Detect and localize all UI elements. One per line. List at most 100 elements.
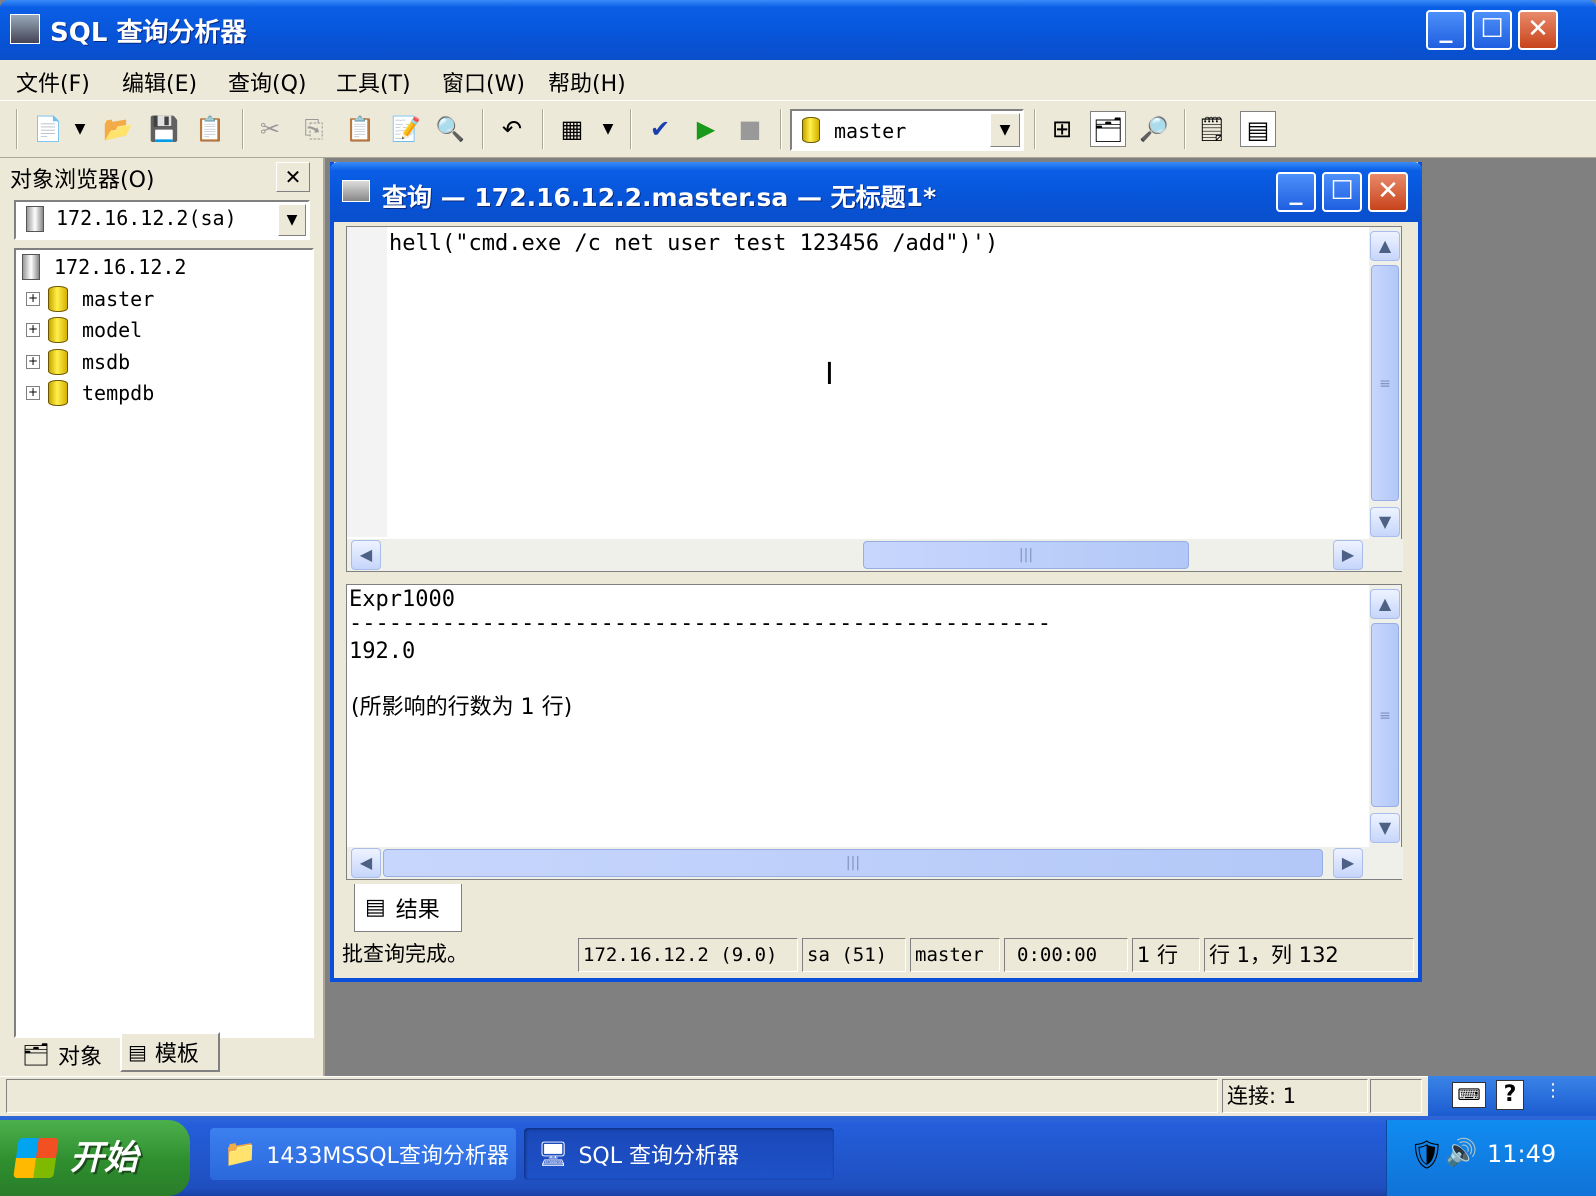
tree-node-database[interactable]: + model: [26, 315, 142, 345]
result-value: 192.0: [349, 639, 416, 664]
editor-vertical-scrollbar[interactable]: ▲ ≡ ▼: [1369, 227, 1401, 539]
save-icon[interactable]: 💾: [146, 111, 182, 147]
scroll-thumb[interactable]: |||: [383, 849, 1323, 877]
scroll-left-icon[interactable]: ◀: [351, 848, 381, 878]
scroll-thumb[interactable]: ≡: [1371, 623, 1399, 807]
load-script-icon[interactable]: 📋: [192, 111, 228, 147]
shield-icon[interactable]: 🛡: [1409, 1138, 1445, 1171]
scroll-thumb[interactable]: ≡: [1371, 265, 1399, 501]
tree-node-server[interactable]: 172.16.12.2: [22, 252, 186, 282]
status-database: master: [910, 938, 1000, 972]
chevron-down-icon[interactable]: ▼: [278, 204, 306, 236]
menu-help[interactable]: 帮助(H): [548, 66, 626, 98]
tab-results[interactable]: ▤ 结果: [354, 884, 462, 932]
results-horizontal-scrollbar[interactable]: ◀ ||| ▶: [347, 847, 1403, 879]
results-pane-icon[interactable]: ▤: [1240, 111, 1276, 147]
paste-icon[interactable]: 📋: [342, 111, 378, 147]
new-query-icon[interactable]: 📄: [30, 111, 66, 147]
tree-node-label: msdb: [82, 350, 131, 374]
database-icon: [48, 380, 68, 406]
menu-edit[interactable]: 编辑(E): [122, 66, 197, 98]
expand-icon[interactable]: +: [26, 292, 40, 306]
result-message: (所影响的行数为 1 行): [351, 695, 573, 720]
clear-window-icon[interactable]: 📝: [388, 111, 424, 147]
tree-node-database[interactable]: + tempdb: [26, 378, 154, 408]
cancel-stop-icon[interactable]: ■: [732, 111, 768, 147]
scroll-down-icon[interactable]: ▼: [1370, 813, 1400, 843]
object-browser-title: 对象浏览器(O): [10, 168, 155, 193]
query-status-bar: 批查询完成。 172.16.12.2 (9.0) sa (51) master …: [338, 936, 1416, 976]
sql-editor[interactable]: hell("cmd.exe /c net user test 123456 /a…: [346, 226, 1403, 572]
minimize-button[interactable]: _: [1426, 10, 1466, 50]
database-select-value: master: [834, 119, 907, 143]
menu-window[interactable]: 窗口(W): [442, 66, 525, 98]
help-icon[interactable]: ?: [1496, 1080, 1524, 1110]
tree-node-database[interactable]: + msdb: [26, 347, 130, 377]
volume-icon[interactable]: 🔊: [1445, 1138, 1477, 1168]
keyboard-icon[interactable]: ⌨: [1452, 1082, 1486, 1108]
results-vertical-scrollbar[interactable]: ▲ ≡ ▼: [1369, 585, 1401, 847]
display-plan-icon[interactable]: ⊞: [1044, 111, 1080, 147]
query-icon: [342, 180, 370, 202]
close-button[interactable]: ✕: [1518, 10, 1558, 50]
server-select[interactable]: 172.16.12.2(sa) ▼: [14, 200, 310, 240]
dropdown-arrow-icon[interactable]: ▼: [70, 111, 90, 147]
templates-icon: ▤: [128, 1040, 147, 1064]
status-elapsed: 0:00:00: [1004, 938, 1128, 972]
expand-icon[interactable]: +: [26, 386, 40, 400]
expand-icon[interactable]: +: [26, 323, 40, 337]
object-browser-icon[interactable]: 🗂: [1090, 111, 1126, 147]
database-icon: [48, 286, 68, 312]
find-icon[interactable]: 🔍: [432, 111, 468, 147]
object-search-icon[interactable]: 🔎: [1136, 111, 1172, 147]
open-folder-icon[interactable]: 📂: [100, 111, 136, 147]
scroll-up-icon[interactable]: ▲: [1370, 589, 1400, 619]
scroll-right-icon[interactable]: ▶: [1333, 540, 1363, 570]
database-select[interactable]: master ▼: [790, 109, 1024, 151]
editor-horizontal-scrollbar[interactable]: ◀ ||| ▶: [347, 539, 1403, 571]
grid-icon: ▤: [365, 895, 386, 920]
tab-templates[interactable]: ▤ 模板: [120, 1032, 220, 1072]
menu-query[interactable]: 查询(Q): [228, 66, 306, 98]
scroll-down-icon[interactable]: ▼: [1370, 507, 1400, 537]
status-message: 批查询完成。: [342, 942, 468, 966]
menu-file[interactable]: 文件(F): [16, 66, 90, 98]
dropdown-arrow-icon[interactable]: ▼: [598, 111, 618, 147]
parse-check-icon[interactable]: ✔: [642, 111, 678, 147]
execute-icon[interactable]: ▶: [688, 111, 724, 147]
clock[interactable]: 11:49: [1487, 1140, 1556, 1168]
maximize-button[interactable]: ☐: [1472, 10, 1512, 50]
start-button[interactable]: 开始: [0, 1120, 190, 1196]
undo-icon[interactable]: ↶: [494, 111, 530, 147]
scroll-thumb[interactable]: |||: [863, 541, 1189, 569]
sql-editor-text: hell("cmd.exe /c net user test 123456 /a…: [389, 231, 999, 256]
query-minimize-button[interactable]: _: [1276, 172, 1316, 212]
tree-node-database[interactable]: + master: [26, 284, 154, 314]
scroll-right-icon[interactable]: ▶: [1333, 848, 1363, 878]
menu-tools[interactable]: 工具(T): [336, 66, 411, 98]
copy-icon[interactable]: ⎘: [296, 111, 332, 147]
app-status-bar: 连接: 1: [0, 1076, 1596, 1116]
expand-icon[interactable]: +: [26, 355, 40, 369]
scroll-up-icon[interactable]: ▲: [1370, 231, 1400, 261]
result-tab-bar: [342, 880, 1416, 936]
tab-objects[interactable]: 🗂 对象: [14, 1036, 118, 1074]
database-icon: [48, 349, 68, 375]
taskbar-item-sql-analyzer[interactable]: 🖥 SQL 查询分析器: [524, 1128, 834, 1180]
chevron-down-icon[interactable]: ▼: [990, 113, 1020, 147]
results-mode-icon[interactable]: ▦: [554, 111, 590, 147]
app-title-bar[interactable]: SQL 查询分析器 _ ☐ ✕: [0, 0, 1596, 60]
scroll-left-icon[interactable]: ◀: [351, 540, 381, 570]
taskbar-item-folder[interactable]: 📁 1433MSSQL查询分析器: [210, 1128, 516, 1180]
results-pane[interactable]: Expr1000 -------------------------------…: [346, 584, 1403, 880]
object-browser-close-icon[interactable]: ✕: [276, 162, 310, 192]
query-maximize-button[interactable]: ☐: [1322, 172, 1362, 212]
query-close-button[interactable]: ✕: [1368, 172, 1408, 212]
tree-node-label: 172.16.12.2: [54, 255, 187, 279]
minimize-langbar-icon[interactable]: ⋮: [1544, 1080, 1562, 1101]
query-window-title-bar[interactable]: 查询 — 172.16.12.2.master.sa — 无标题1* _ ☐ ✕: [330, 162, 1422, 222]
cut-icon[interactable]: ✂: [252, 111, 288, 147]
objects-icon: 🗂: [22, 1042, 50, 1068]
properties-icon[interactable]: 🗒: [1194, 111, 1230, 147]
folder-icon: 📁: [224, 1139, 257, 1169]
